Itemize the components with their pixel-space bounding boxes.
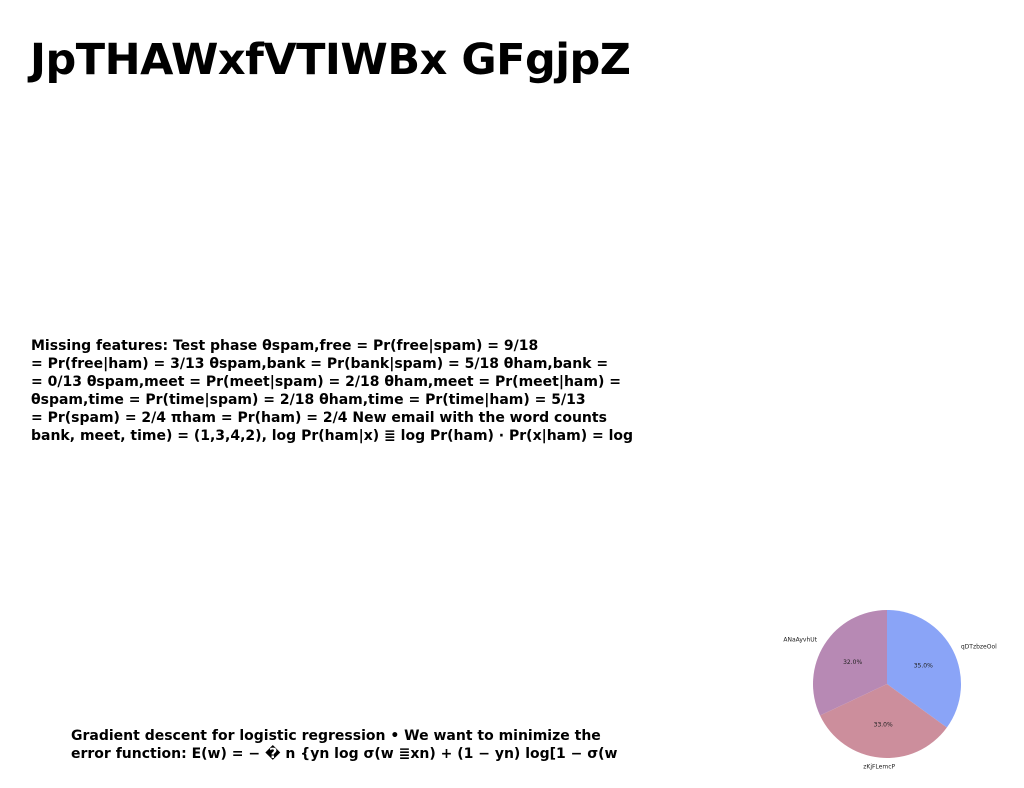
pie-pct-label: 35.0% <box>914 663 933 670</box>
pie-slice-label: ANaAyvhUt <box>783 637 817 644</box>
missing-features-paragraph: Missing features: Test phase θspam,free … <box>31 337 633 445</box>
paragraph-line: = 0/13 θspam,meet = Pr(meet|spam) = 2/18… <box>31 374 621 390</box>
pie-slice-label: zKjFLemcP <box>863 764 895 771</box>
pie-pct-label: 33.0% <box>874 722 893 729</box>
pie-pct-label: 32.0% <box>843 659 862 666</box>
pie-chart: 35.0% qDTzbzeOol 33.0% zKjFLemcP 32.0% ANaAyv… <box>783 610 997 771</box>
paragraph-line: θspam,time = Pr(time|spam) = 2/18 θham,t… <box>31 392 586 408</box>
paragraph-line: Gradient descent for logistic regression… <box>71 728 601 744</box>
paragraph-line: bank, meet, time) = (1,3,4,2), log Pr(ha… <box>31 428 634 444</box>
paragraph-line: Missing features: Test phase θspam,free … <box>31 338 539 354</box>
paragraph-line: = Pr(spam) = 2/4 πham = Pr(ham) = 2/4 Ne… <box>31 410 607 426</box>
paragraph-line: = Pr(free|ham) = 3/13 θspam,bank = Pr(ba… <box>31 356 609 372</box>
gradient-descent-paragraph: Gradient descent for logistic regression… <box>71 727 618 763</box>
page-title: JpTHAWxfVTIWBx GFgjpZ <box>30 35 631 85</box>
pie-slice-label: qDTzbzeOol <box>961 643 997 650</box>
paragraph-line: error function: E(w) = − � n {yn log σ(w… <box>71 746 618 762</box>
